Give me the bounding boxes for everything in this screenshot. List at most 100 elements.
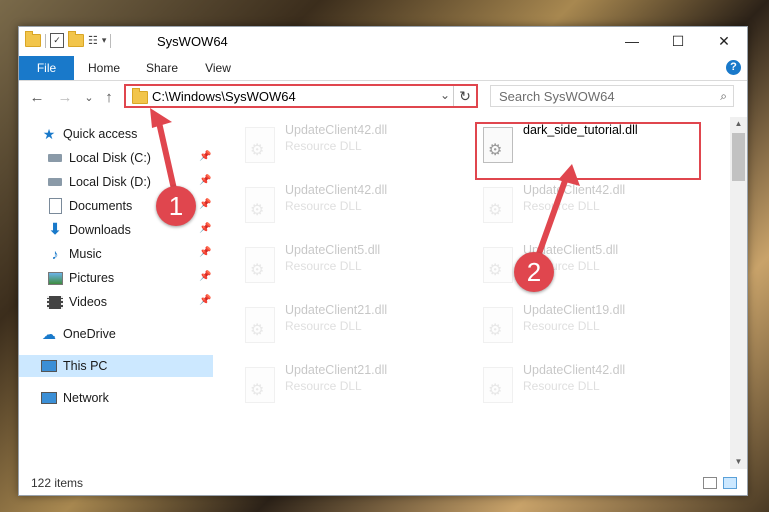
dll-file-icon: ⚙: [245, 127, 275, 163]
address-bar[interactable]: C:\Windows\SysWOW64 ⌄ ↻: [124, 84, 478, 108]
sidebar-item-label: Local Disk (C:): [69, 151, 151, 165]
file-type: Resource DLL: [285, 259, 362, 273]
maximize-button[interactable]: ☐: [655, 27, 701, 55]
pin-icon[interactable]: 📌: [199, 151, 211, 162]
search-input[interactable]: [499, 88, 699, 104]
back-button[interactable]: ←: [27, 87, 47, 107]
list-item[interactable]: ⚙ UpdateClient19.dll Resource DLL: [473, 299, 698, 351]
file-name: UpdateClient19.dll: [523, 303, 626, 317]
download-icon: ⬇: [48, 221, 62, 238]
list-item[interactable]: ⚙ UpdateClient42.dll Resource DLL: [235, 119, 460, 171]
help-icon[interactable]: ?: [726, 60, 741, 75]
navigation-pane: ★ Quick access Local Disk (C:) 📌 Local D…: [19, 117, 213, 469]
computer-icon: [41, 358, 57, 374]
up-button[interactable]: ↑: [99, 87, 119, 107]
sidebar-item-label: Local Disk (D:): [69, 175, 151, 189]
gear-icon: ⚙: [488, 382, 503, 399]
chevron-down-icon[interactable]: ⌄: [440, 88, 450, 102]
pin-icon[interactable]: 📌: [199, 175, 211, 186]
pin-icon[interactable]: 📌: [199, 223, 211, 234]
gear-icon: ⚙: [250, 202, 265, 219]
sidebar-item-local-disk-d[interactable]: Local Disk (D:): [47, 171, 151, 193]
list-item[interactable]: ⚙ UpdateClient42.dll Resource DLL: [473, 359, 698, 411]
address-path[interactable]: C:\Windows\SysWOW64: [152, 89, 296, 104]
file-name: UpdateClient5.dll: [285, 243, 381, 257]
file-type: Resource DLL: [285, 379, 362, 393]
new-folder-icon[interactable]: [68, 31, 84, 47]
gear-icon: ⚙: [250, 142, 265, 159]
customize-icon[interactable]: ☷: [88, 34, 98, 47]
pin-icon[interactable]: 📌: [199, 271, 211, 282]
scrollbar-thumb[interactable]: [732, 133, 745, 181]
cloud-icon: ☁: [42, 326, 56, 342]
pin-icon[interactable]: 📌: [199, 199, 211, 210]
sidebar-item-pictures[interactable]: Pictures: [47, 267, 114, 289]
list-item[interactable]: ⚙ UpdateClient5.dll Resource DLL: [235, 239, 460, 291]
tab-home[interactable]: Home: [79, 56, 129, 80]
vertical-scrollbar[interactable]: ▲ ▼: [730, 117, 747, 469]
large-icons-view-icon[interactable]: [723, 477, 737, 489]
pin-icon[interactable]: 📌: [199, 295, 211, 306]
list-item[interactable]: ⚙ UpdateClient5.dll Resource DLL: [473, 239, 698, 291]
file-name: UpdateClient21.dll: [285, 303, 388, 317]
step-badge-1: 1: [156, 186, 196, 226]
documents-icon: [47, 198, 63, 214]
forward-button[interactable]: →: [55, 87, 75, 107]
explorer-window: ✓ ☷ ▾ SysWOW64 — ☐ ✕ File Home Share Vie…: [18, 26, 748, 496]
drive-icon: [47, 174, 63, 190]
network-icon: [41, 390, 57, 406]
file-type: Resource DLL: [285, 199, 362, 213]
dll-file-icon: ⚙: [245, 187, 275, 223]
list-item[interactable]: ⚙ UpdateClient21.dll Resource DLL: [235, 299, 460, 351]
recent-locations-button[interactable]: ⌄: [79, 87, 99, 107]
list-item[interactable]: ⚙ UpdateClient21.dll Resource DLL: [235, 359, 460, 411]
chevron-down-icon[interactable]: ▾: [102, 35, 107, 46]
gear-icon: ⚙: [250, 322, 265, 339]
sidebar-item-label: Music: [69, 247, 102, 261]
properties-icon[interactable]: ✓: [50, 33, 64, 48]
file-type: Resource DLL: [285, 139, 362, 153]
details-view-icon[interactable]: [703, 477, 717, 489]
sidebar-item-local-disk-c[interactable]: Local Disk (C:): [47, 147, 151, 169]
gear-icon: ⚙: [488, 202, 503, 219]
search-box[interactable]: ⌕: [490, 85, 734, 107]
list-item[interactable]: ⚙ UpdateClient42.dll Resource DLL: [235, 179, 460, 231]
sidebar-item-this-pc[interactable]: This PC: [19, 355, 213, 377]
close-button[interactable]: ✕: [701, 27, 747, 55]
pictures-icon: [47, 270, 63, 286]
sidebar-item-label: Videos: [69, 295, 107, 309]
pin-icon[interactable]: 📌: [199, 247, 211, 258]
file-name: UpdateClient21.dll: [285, 363, 388, 377]
dll-file-icon: ⚙: [483, 247, 513, 283]
sidebar-item-quick-access[interactable]: ★ Quick access: [41, 123, 138, 145]
scroll-down-icon[interactable]: ▼: [730, 455, 747, 469]
tab-view[interactable]: View: [193, 56, 243, 80]
sidebar-item-onedrive[interactable]: ☁ OneDrive: [41, 323, 116, 345]
sidebar-item-music[interactable]: ♪ Music: [47, 243, 102, 265]
sidebar-item-videos[interactable]: Videos: [47, 291, 107, 313]
sidebar-item-network[interactable]: Network: [41, 387, 109, 409]
folder-icon: [25, 31, 41, 47]
drive-icon: [47, 150, 63, 166]
minimize-button[interactable]: —: [609, 27, 655, 55]
refresh-button[interactable]: ↻: [453, 86, 476, 106]
ribbon-tabs: File Home Share View ?: [19, 56, 747, 81]
dll-file-icon: ⚙: [483, 307, 513, 343]
list-item[interactable]: ⚙ UpdateClient42.dll Resource DLL: [473, 179, 698, 231]
file-name: UpdateClient42.dll: [523, 363, 626, 377]
window-title: SysWOW64: [157, 34, 228, 49]
search-icon[interactable]: ⌕: [720, 89, 727, 104]
item-count: 122 items: [31, 476, 84, 490]
tab-file[interactable]: File: [19, 56, 74, 80]
tab-share[interactable]: Share: [137, 56, 187, 80]
gear-icon: ⚙: [488, 262, 503, 279]
file-highlight-box: [475, 122, 701, 180]
sidebar-item-label: Downloads: [69, 223, 131, 237]
sidebar-item-label: Documents: [69, 199, 133, 213]
sidebar-item-documents[interactable]: Documents: [47, 195, 132, 217]
scroll-up-icon[interactable]: ▲: [730, 117, 747, 131]
sidebar-item-label: Quick access: [63, 127, 138, 141]
dll-file-icon: ⚙: [245, 367, 275, 403]
videos-icon: [47, 294, 63, 310]
sidebar-item-downloads[interactable]: ⬇ Downloads: [47, 219, 131, 241]
